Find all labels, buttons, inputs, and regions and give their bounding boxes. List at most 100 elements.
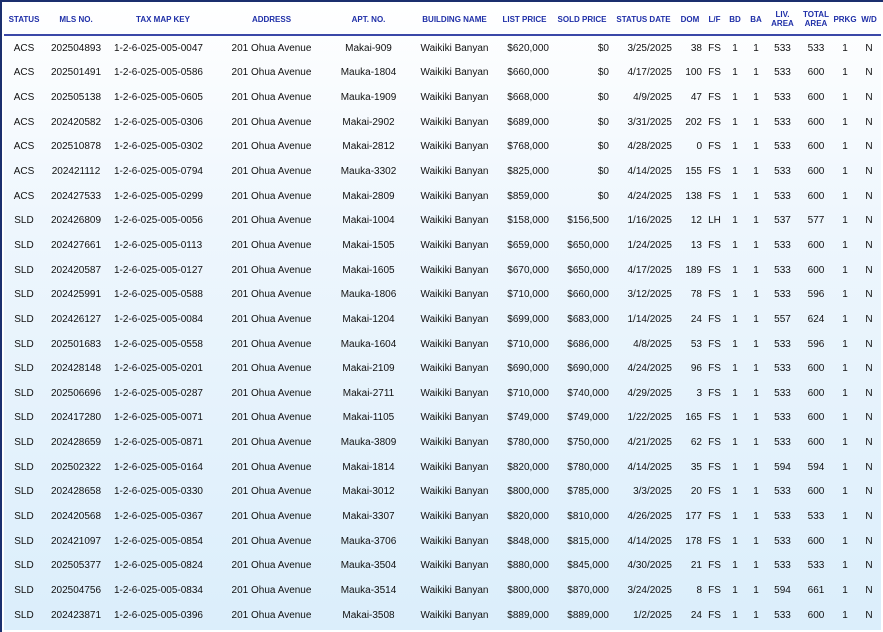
cell-lf: LH (708, 215, 721, 227)
cell-liv-area: 533 (774, 338, 791, 350)
table-row[interactable]: ACS 202421112 1-2-6-025-005-0794 201 Ohua A… (4, 159, 881, 184)
col-header-building-name[interactable]: BUILDING NAME (412, 4, 497, 36)
table-row[interactable]: ACS 202504893 1-2-6-025-005-0047 201 Ohua A… (4, 35, 881, 61)
col-header-liv-area[interactable]: LIV. AREA (766, 4, 799, 36)
cell-wd: N (865, 42, 873, 54)
col-header-apt-no[interactable]: APT. NO. (325, 4, 412, 36)
table-row[interactable]: ACS 202427533 1-2-6-025-005-0299 201 Ohua A… (4, 184, 881, 209)
cell-prkg: 1 (842, 510, 848, 522)
table-row[interactable]: ACS 202501491 1-2-6-025-005-0586 201 Ohua A… (4, 61, 881, 86)
cell-bd: 1 (732, 215, 738, 227)
col-header-bd[interactable]: BD (724, 4, 746, 36)
cell-prkg: 1 (842, 264, 848, 276)
cell-list-price: $668,000 (507, 92, 549, 104)
table-row[interactable]: SLD 202423871 1-2-6-025-005-0396 201 Ohua A… (4, 603, 881, 628)
cell-wd: N (865, 116, 873, 128)
cell-list-price: $710,000 (507, 289, 549, 301)
cell-wd: N (865, 239, 873, 251)
header-row: STATUS MLS NO. TAX MAP KEY ADDRESS APT. … (4, 4, 881, 36)
cell-dom: 96 (690, 363, 702, 375)
cell-apt-no: Makai-2109 (342, 363, 395, 375)
col-header-mls-no[interactable]: MLS NO. (44, 4, 108, 36)
table-row[interactable]: SLD 202426809 1-2-6-025-005-0056 201 Ohua A… (4, 208, 881, 233)
cell-address: 201 Ohua Avenue (231, 363, 312, 375)
cell-dom: 100 (685, 67, 702, 79)
table-row[interactable]: SLD 202420568 1-2-6-025-005-0367 201 Ohua A… (4, 504, 881, 529)
table-row[interactable]: ACS 202505138 1-2-6-025-005-0605 201 Ohua A… (4, 85, 881, 110)
table-row[interactable]: SLD 202428659 1-2-6-025-005-0871 201 Ohua A… (4, 430, 881, 455)
table-row[interactable]: ACS 202420582 1-2-6-025-005-0306 201 Ohua A… (4, 110, 881, 135)
cell-total-area: 533 (807, 510, 825, 522)
col-header-prkg[interactable]: PRKG (833, 4, 857, 36)
cell-liv-area: 533 (774, 42, 791, 54)
table-row[interactable]: SLD 202427661 1-2-6-025-005-0113 201 Ohua A… (4, 233, 881, 258)
cell-status-date: 3/3/2025 (633, 486, 672, 498)
table-row[interactable]: SLD 202420587 1-2-6-025-005-0127 201 Ohua A… (4, 258, 881, 283)
cell-building-name: Waikiki Banyan (420, 166, 489, 178)
col-header-status-date[interactable]: STATUS DATE (612, 4, 675, 36)
cell-status-date: 3/31/2025 (627, 116, 673, 128)
cell-apt-no: Makai-2711 (342, 387, 395, 399)
cell-address: 201 Ohua Avenue (231, 42, 312, 54)
cell-sold-price: $810,000 (567, 510, 609, 522)
col-header-tax-map-key[interactable]: TAX MAP KEY (108, 4, 218, 36)
cell-sold-price: $156,500 (567, 215, 609, 227)
cell-tax-map-key: 1-2-6-025-005-0605 (114, 92, 203, 104)
cell-ba: 1 (753, 313, 759, 325)
cell-address: 201 Ohua Avenue (231, 141, 312, 153)
cell-status-date: 1/22/2025 (627, 412, 673, 424)
table-row[interactable]: ACS 202510878 1-2-6-025-005-0302 201 Ohua A… (4, 135, 881, 160)
cell-prkg: 1 (842, 313, 848, 325)
cell-tax-map-key: 1-2-6-025-005-0558 (114, 338, 203, 350)
table-row[interactable]: SLD 202426127 1-2-6-025-005-0084 201 Ohua A… (4, 307, 881, 332)
cell-list-price: $889,000 (507, 609, 549, 621)
cell-bd: 1 (732, 338, 738, 350)
cell-ba: 1 (753, 42, 759, 54)
cell-apt-no: Mauka-1806 (340, 289, 397, 301)
table-row[interactable]: SLD 202506696 1-2-6-025-005-0287 201 Ohua A… (4, 381, 881, 406)
cell-building-name: Waikiki Banyan (420, 264, 489, 276)
cell-ba: 1 (753, 609, 759, 621)
cell-status-date: 1/2/2025 (633, 609, 672, 621)
cell-prkg: 1 (842, 116, 848, 128)
cell-ba: 1 (753, 338, 759, 350)
cell-mls-no: 202501491 (50, 67, 102, 79)
table-row[interactable]: SLD 202501683 1-2-6-025-005-0558 201 Ohua A… (4, 332, 881, 357)
col-header-status[interactable]: STATUS (4, 4, 44, 36)
table-row[interactable]: SLD 202417280 1-2-6-025-005-0071 201 Ohua A… (4, 406, 881, 431)
cell-list-price: $699,000 (507, 313, 549, 325)
col-header-wd[interactable]: W/D (857, 4, 881, 36)
cell-sold-price: $780,000 (567, 461, 609, 473)
cell-total-area: 600 (807, 609, 825, 621)
cell-status-date: 4/29/2025 (627, 387, 673, 399)
table-row[interactable]: SLD 202504756 1-2-6-025-005-0834 201 Ohua A… (4, 578, 881, 603)
table-row[interactable]: SLD 202428148 1-2-6-025-005-0201 201 Ohua A… (4, 356, 881, 381)
col-header-total-area[interactable]: TOTAL AREA (799, 4, 833, 36)
cell-prkg: 1 (842, 67, 848, 79)
table-row[interactable]: SLD 202425991 1-2-6-025-005-0588 201 Ohua A… (4, 282, 881, 307)
cell-ba: 1 (753, 92, 759, 104)
cell-prkg: 1 (842, 141, 848, 153)
table-row[interactable]: SLD 202502322 1-2-6-025-005-0164 201 Ohua A… (4, 455, 881, 480)
cell-status: ACS (13, 190, 35, 202)
cell-total-area: 596 (807, 338, 825, 350)
cell-prkg: 1 (842, 609, 848, 621)
cell-total-area: 594 (807, 461, 825, 473)
cell-building-name: Waikiki Banyan (420, 215, 489, 227)
col-header-ba[interactable]: BA (746, 4, 766, 36)
col-header-lf[interactable]: L/F (705, 4, 724, 36)
cell-liv-area: 537 (774, 215, 791, 227)
cell-liv-area: 533 (774, 535, 791, 547)
cell-status-date: 4/14/2025 (627, 535, 673, 547)
cell-lf: FS (708, 264, 721, 276)
cell-address: 201 Ohua Avenue (231, 535, 312, 547)
table-row[interactable]: SLD 202505377 1-2-6-025-005-0824 201 Ohua A… (4, 553, 881, 578)
table-row[interactable]: SLD 202421097 1-2-6-025-005-0854 201 Ohua A… (4, 529, 881, 554)
col-header-sold-price[interactable]: SOLD PRICE (552, 4, 612, 36)
col-header-address[interactable]: ADDRESS (218, 4, 325, 36)
cell-wd: N (865, 486, 873, 498)
cell-list-price: $620,000 (507, 42, 549, 54)
col-header-dom[interactable]: DOM (675, 4, 705, 36)
table-row[interactable]: SLD 202428658 1-2-6-025-005-0330 201 Ohua A… (4, 480, 881, 505)
col-header-list-price[interactable]: LIST PRICE (497, 4, 552, 36)
